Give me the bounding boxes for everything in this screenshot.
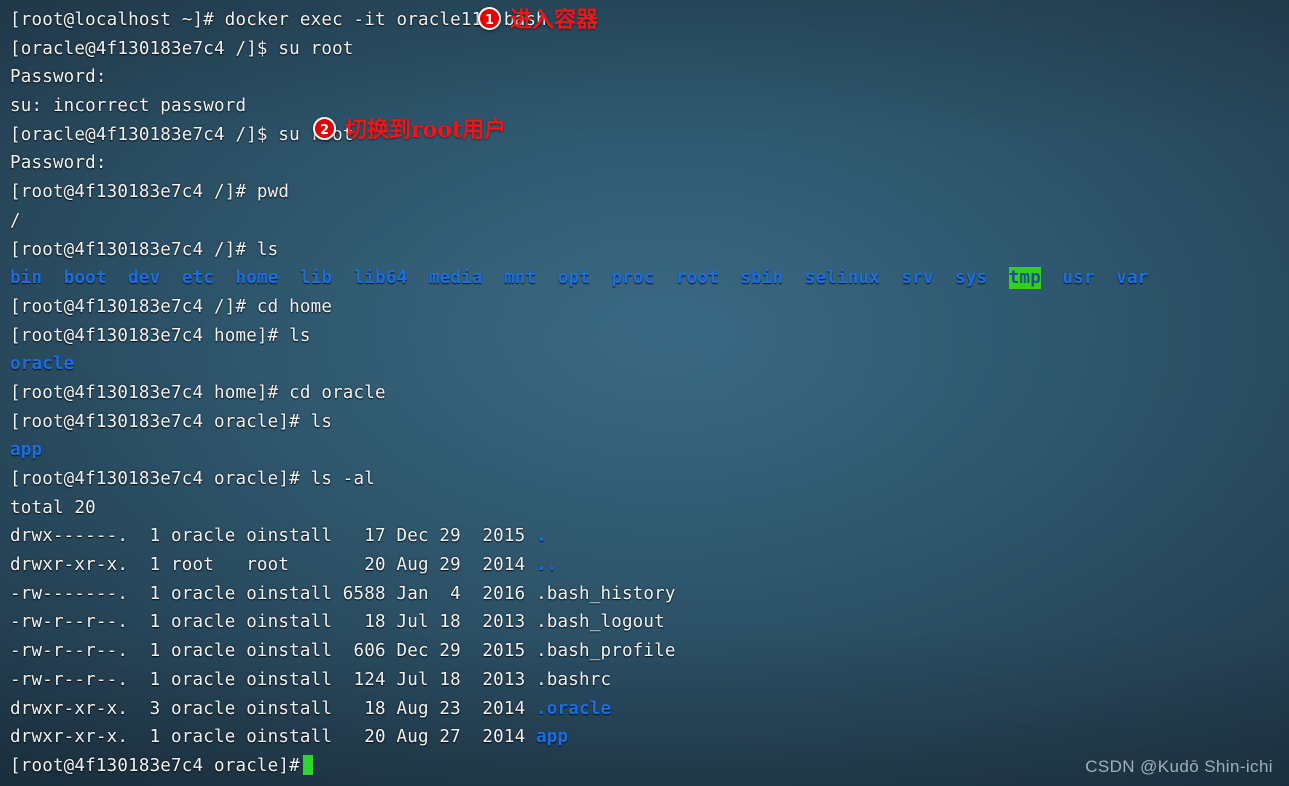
- ls-entry-gap: [934, 268, 955, 288]
- ls-entry-home: home: [235, 268, 279, 289]
- ls-entry-gap: [332, 268, 353, 288]
- ls-entry-gap: [214, 268, 235, 288]
- ls-entry-gap: [407, 268, 428, 288]
- ls-al-output: drwx------. 1 oracle oinstall 17 Dec 29 …: [10, 522, 1289, 752]
- ls-entry-srv: srv: [901, 268, 934, 289]
- ls-al-row: drwxr-xr-x. 1 oracle oinstall 20 Aug 27 …: [10, 723, 1289, 752]
- terminal-line: [root@4f130183e7c4 oracle]# ls -al: [10, 469, 376, 489]
- ls-al-row: -rw-r--r--. 1 oracle oinstall 18 Jul 18 …: [10, 608, 1289, 637]
- ls-al-row: -rw-------. 1 oracle oinstall 6588 Jan 4…: [10, 580, 1289, 609]
- ls-al-row: drwxr-xr-x. 3 oracle oinstall 18 Aug 23 …: [10, 695, 1289, 724]
- terminal-line: [oracle@4f130183e7c4 /]$ su root: [10, 124, 354, 145]
- terminal-line: [root@4f130183e7c4 home]# cd oracle: [10, 382, 386, 403]
- terminal-line: [root@4f130183e7c4 home]# ls: [10, 325, 311, 346]
- ls-entry-dev: dev: [128, 268, 161, 289]
- ls-al-row-meta: drwx------. 1 oracle oinstall 17 Dec 29 …: [10, 526, 537, 547]
- ls-entry-gap: [107, 268, 128, 288]
- watermark: CSDN @Kudō Shin-ichi: [1085, 757, 1273, 776]
- ls-output-root: bin boot dev etc home lib lib64 media mn…: [10, 264, 1289, 293]
- ls-al-row-meta: -rw-r--r--. 1 oracle oinstall 124 Jul 18…: [10, 669, 537, 690]
- ls-entry-media: media: [428, 268, 483, 289]
- ls-al-row: drwxr-xr-x. 1 root root 20 Aug 29 2014 .…: [10, 551, 1289, 580]
- terminal-line: [root@4f130183e7c4 /]# pwd: [10, 182, 290, 203]
- ls-entry-gap: [1041, 268, 1062, 288]
- ls-al-row-meta: -rw-------. 1 oracle oinstall 6588 Jan 4…: [10, 583, 537, 604]
- ls-al-row-meta: drwxr-xr-x. 1 oracle oinstall 20 Aug 27 …: [10, 727, 537, 748]
- ls-al-row-name: .bash_profile: [536, 641, 676, 662]
- ls-entry-gap: [654, 268, 675, 288]
- ls-entry-etc: etc: [181, 268, 215, 289]
- ls-entry-mnt: mnt: [504, 268, 537, 289]
- terminal-line: Password:: [10, 67, 107, 88]
- ls-al-row-name: .oracle: [536, 698, 612, 719]
- ls-al-row-name: ..: [536, 555, 558, 576]
- ls-al-row-meta: drwxr-xr-x. 3 oracle oinstall 18 Aug 23 …: [10, 698, 537, 719]
- terminal-line: total 20: [10, 497, 96, 518]
- ls-al-row-meta: -rw-r--r--. 1 oracle oinstall 606 Dec 29…: [10, 641, 537, 662]
- ls-al-row-name: .: [536, 526, 547, 547]
- ls-al-row: -rw-r--r--. 1 oracle oinstall 606 Dec 29…: [10, 637, 1289, 666]
- annotation-badge-1: 1: [478, 6, 501, 30]
- ls-output-dir-app: app: [10, 440, 43, 461]
- terminal-line: /: [10, 210, 21, 231]
- ls-entry-gap: [719, 268, 740, 288]
- annotation-label-2: 切换到root用户: [345, 117, 507, 143]
- terminal-line: [root@localhost ~]# docker exec -it orac…: [10, 10, 547, 30]
- ls-al-row-name: .bashrc: [536, 669, 612, 690]
- ls-entry-gap: [279, 268, 300, 288]
- ls-entry-proc: proc: [611, 268, 655, 289]
- prompt-text: [root@4f130183e7c4 oracle]#: [10, 755, 300, 776]
- ls-entry-gap: [536, 268, 557, 288]
- terminal-line: [root@4f130183e7c4 /]# ls: [10, 239, 279, 260]
- ls-entry-gap: [483, 268, 504, 288]
- ls-entry-root: root: [675, 268, 719, 289]
- annotation-1: 1 进入容器: [478, 2, 598, 34]
- ls-entry-usr: usr: [1062, 268, 1095, 289]
- annotation-label-1: 进入容器: [510, 7, 599, 33]
- ls-entry-bin: bin: [10, 268, 43, 289]
- ls-al-row: -rw-r--r--. 1 oracle oinstall 124 Jul 18…: [10, 666, 1289, 695]
- cursor-block: [302, 754, 313, 775]
- ls-entry-sbin: sbin: [740, 268, 784, 289]
- ls-entry-gap: [590, 268, 611, 288]
- ls-entry-lib: lib: [299, 268, 333, 289]
- ls-al-row-meta: -rw-r--r--. 1 oracle oinstall 18 Jul 18 …: [10, 612, 537, 633]
- terminal-output[interactable]: [root@localhost ~]# docker exec -it orac…: [0, 0, 1289, 781]
- ls-entry-sys: sys: [955, 268, 988, 289]
- terminal-line: Password:: [10, 153, 107, 174]
- terminal-line: [oracle@4f130183e7c4 /]$ su root: [10, 38, 354, 59]
- ls-entry-tmp: tmp: [1008, 267, 1042, 290]
- ls-entry-gap: [987, 268, 1008, 288]
- ls-entry-lib64: lib64: [353, 268, 408, 289]
- ls-al-row: drwx------. 1 oracle oinstall 17 Dec 29 …: [10, 522, 1289, 551]
- ls-entry-gap: [160, 268, 181, 288]
- ls-al-row-name: .bash_history: [536, 583, 676, 604]
- ls-al-row-name: app: [536, 727, 569, 748]
- annotation-2: 2 切换到root用户: [313, 112, 506, 144]
- terminal-screenshot: [root@localhost ~]# docker exec -it orac…: [0, 0, 1289, 786]
- ls-entry-gap: [42, 268, 63, 288]
- ls-entry-gap: [1095, 268, 1116, 288]
- ls-al-row-name: .bash_logout: [536, 612, 665, 633]
- ls-al-row-meta: drwxr-xr-x. 1 root root 20 Aug 29 2014: [10, 555, 537, 576]
- terminal-line: su: incorrect password: [10, 96, 247, 117]
- terminal-line: [root@4f130183e7c4 oracle]# ls: [10, 411, 333, 432]
- ls-entry-opt: opt: [557, 268, 590, 289]
- ls-entry-var: var: [1116, 268, 1149, 289]
- annotation-badge-2: 2: [313, 116, 336, 140]
- terminal-line: [root@4f130183e7c4 /]# cd home: [10, 296, 333, 317]
- ls-output-dir-oracle: oracle: [10, 354, 75, 375]
- ls-entry-boot: boot: [63, 268, 107, 289]
- ls-entry-gap: [783, 268, 804, 288]
- ls-entry-gap: [880, 268, 901, 288]
- ls-entry-selinux: selinux: [804, 268, 880, 289]
